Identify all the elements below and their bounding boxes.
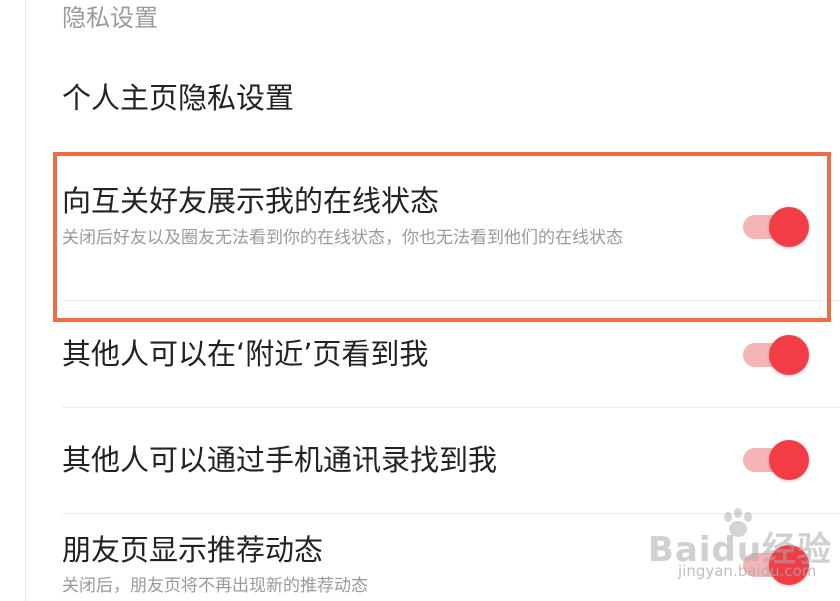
divider [62,407,840,408]
nearby-visibility-toggle[interactable] [743,332,813,378]
nearby-visibility-title: 其他人可以在‘附近’页看到我 [62,337,429,371]
profile-privacy-settings-title: 个人主页隐私设置 [62,81,295,115]
settings-row-contacts[interactable]: 其他人可以通过手机通讯录找到我 [62,440,840,484]
baidu-jingyan-watermark: Baidu经验 jingyan.baidu.com [648,508,838,580]
section-header-privacy: 隐私设置 [62,4,158,32]
highlight-box [53,152,831,322]
settings-row-nearby[interactable]: 其他人可以在‘附近’页看到我 [62,334,840,378]
contacts-discovery-toggle[interactable] [743,437,813,483]
recommended-feed-desc: 关闭后，朋友页将不再出现新的推荐动态 [62,576,368,596]
toggle-knob [769,440,809,480]
contacts-discovery-title: 其他人可以通过手机通讯录找到我 [62,443,498,477]
watermark-url: jingyan.baidu.com [678,562,817,580]
left-edge-rule [25,0,26,601]
toggle-knob [769,335,809,375]
recommended-feed-title: 朋友页显示推荐动态 [62,533,324,567]
profile-privacy-settings-row[interactable]: 个人主页隐私设置 [62,78,840,122]
